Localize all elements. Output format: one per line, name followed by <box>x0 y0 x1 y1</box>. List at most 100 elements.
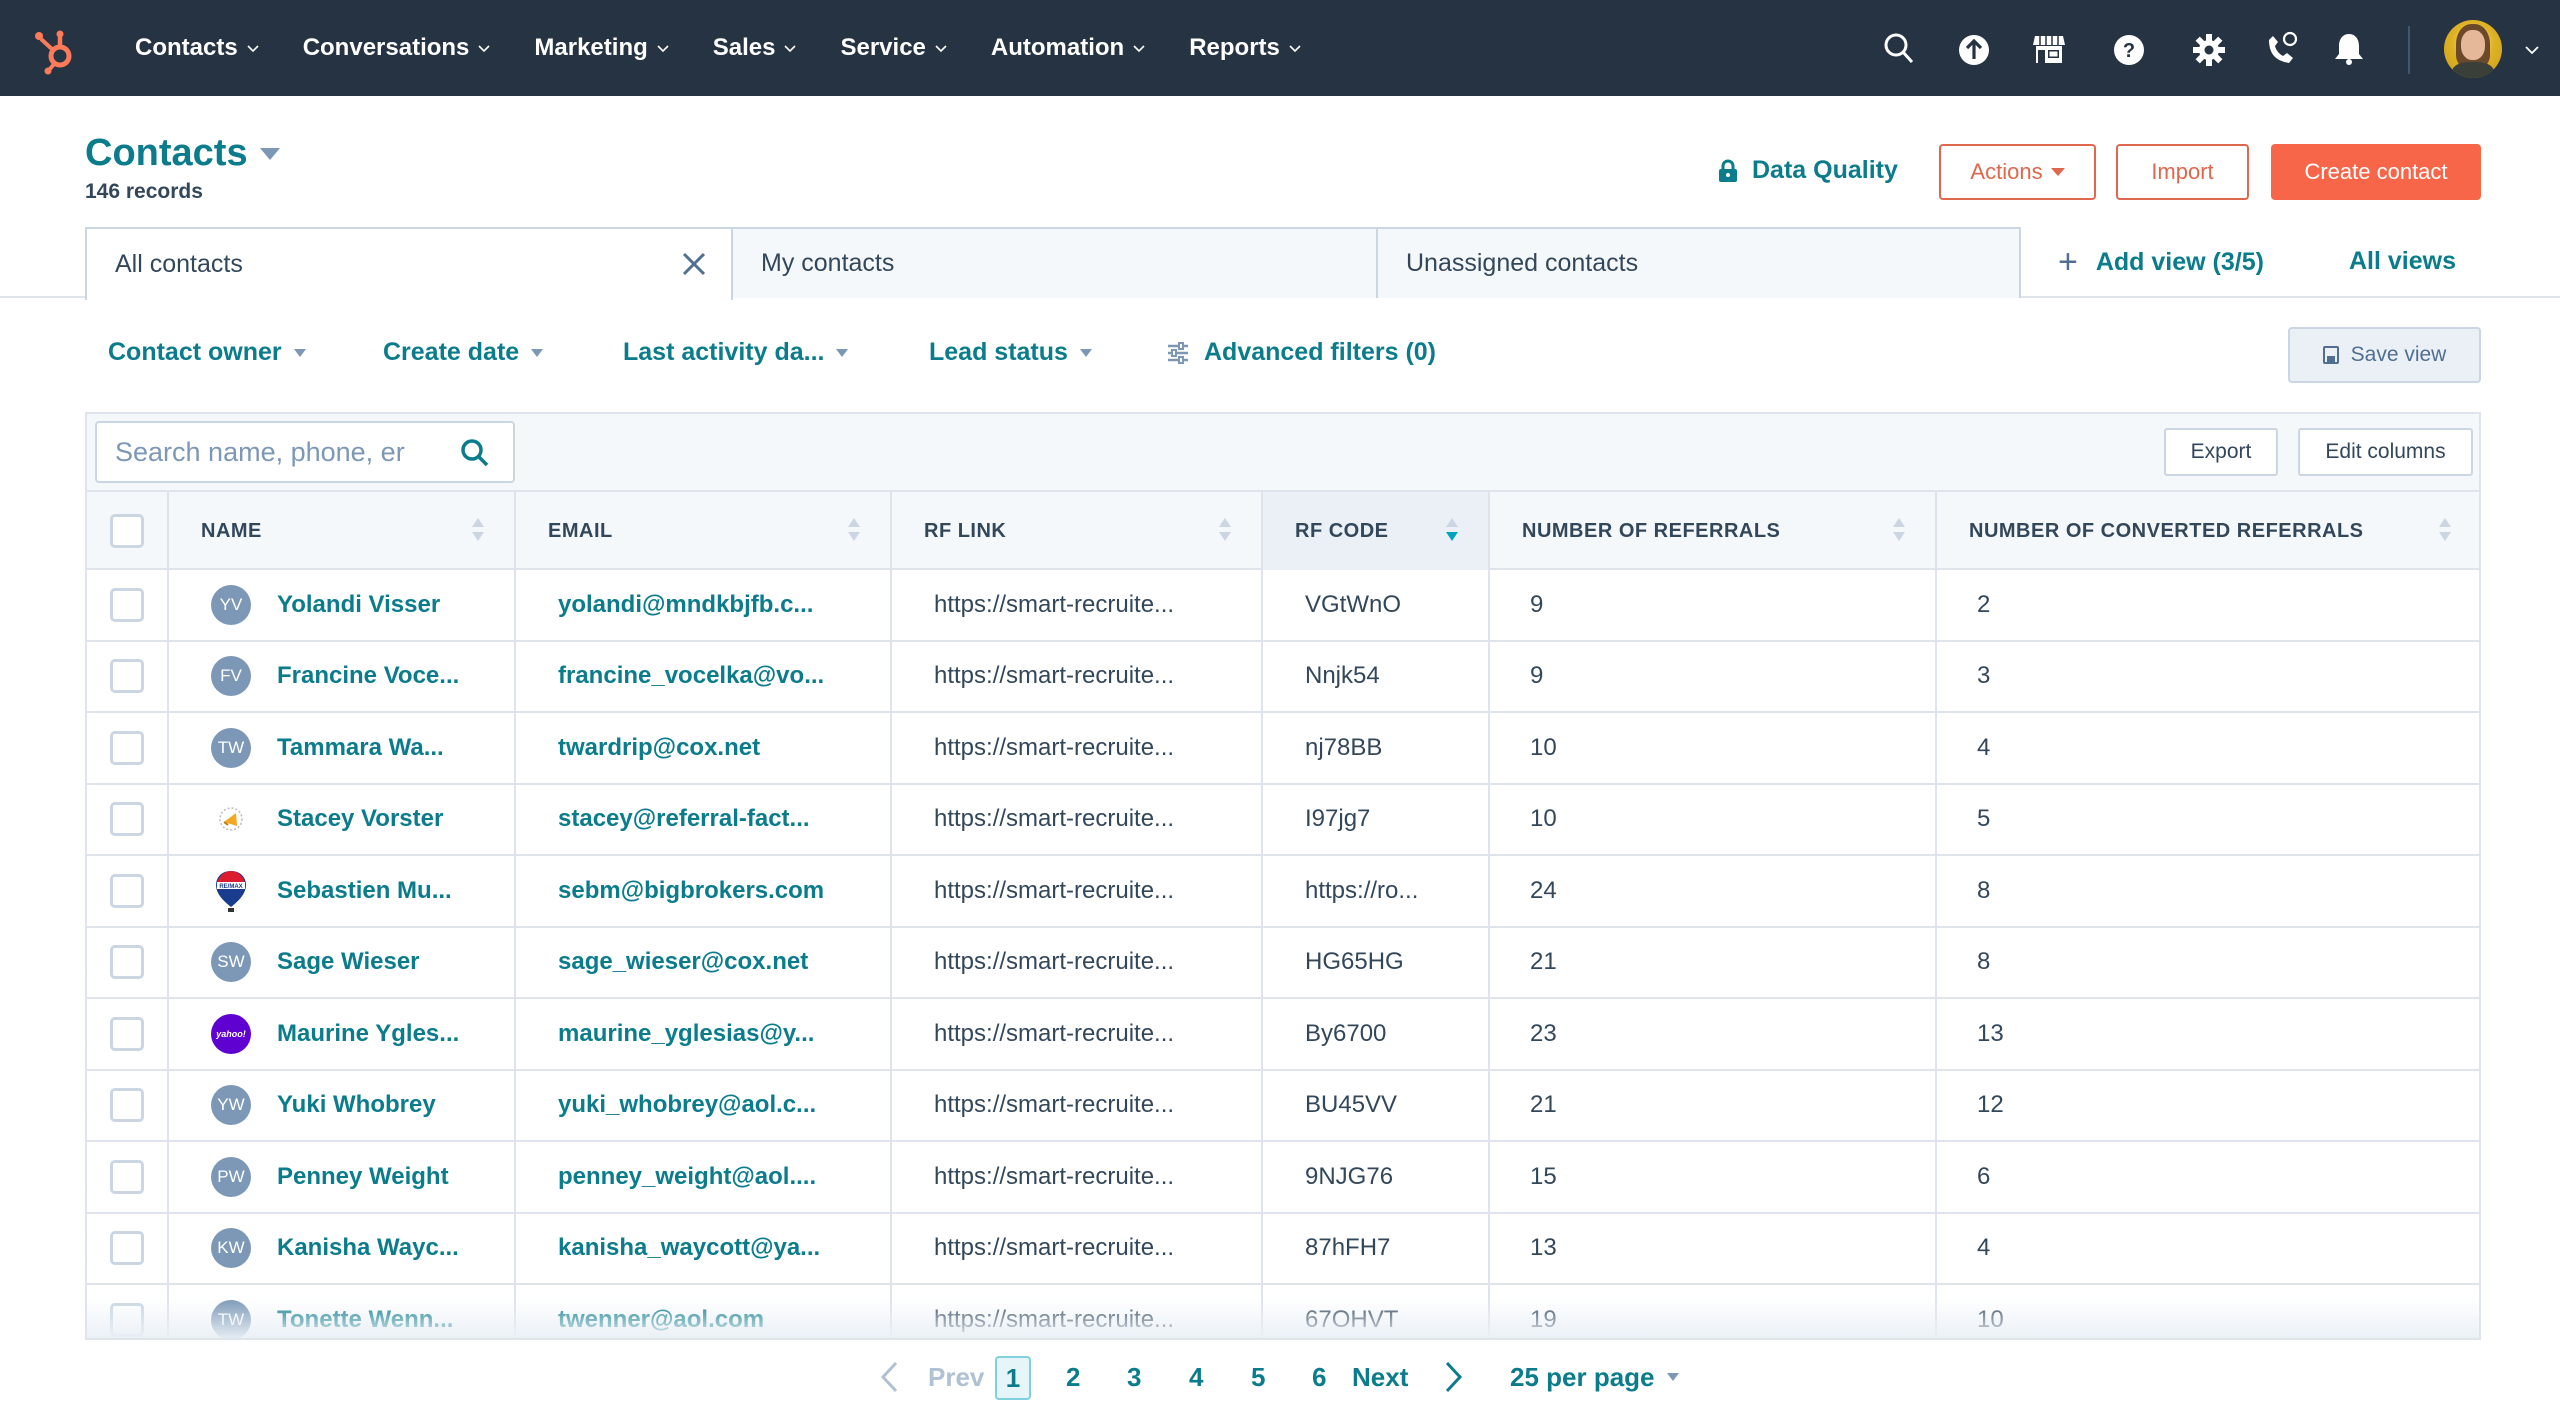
contact-name-link[interactable]: Sebastien Mu... <box>277 877 452 905</box>
table-row[interactable]: TW Tammara Wa... twardrip@cox.net https://s… <box>87 713 2479 785</box>
row-checkbox[interactable] <box>110 873 144 908</box>
contact-email-link[interactable]: yuki_whobrey@aol.c... <box>558 1091 816 1119</box>
search-input[interactable] <box>115 436 455 468</box>
next-page-button[interactable]: Next <box>1352 1352 1408 1402</box>
sort-icon[interactable] <box>2439 518 2451 544</box>
page-3-button[interactable]: 3 <box>1127 1352 1141 1402</box>
actions-button[interactable]: Actions <box>1939 144 2096 200</box>
row-checkbox[interactable] <box>110 659 144 694</box>
contact-name-link[interactable]: Francine Voce... <box>277 662 459 690</box>
contact-email-link[interactable]: stacey@referral-fact... <box>558 805 810 833</box>
contact-email-link[interactable]: francine_vocelka@vo... <box>558 662 824 690</box>
calling-icon[interactable] <box>2262 30 2300 68</box>
column-header-number-of-converted-referrals[interactable]: NUMBER OF CONVERTED REFERRALS <box>1937 492 2479 570</box>
column-header-rf-link[interactable]: RF LINK <box>892 492 1263 570</box>
filter-last-activity-date[interactable]: Last activity da... <box>623 338 849 367</box>
import-button[interactable]: Import <box>2116 144 2249 200</box>
nav-sales[interactable]: Sales <box>713 34 798 62</box>
nav-contacts[interactable]: Contacts <box>135 34 260 62</box>
row-checkbox[interactable] <box>110 1159 144 1194</box>
contact-email-link[interactable]: twardrip@cox.net <box>558 734 760 762</box>
tab-all-contacts[interactable]: All contacts <box>85 227 733 300</box>
sort-descending-icon[interactable] <box>1446 518 1458 544</box>
table-row[interactable]: TW Tonette Wenn... twenner@aol.com https://… <box>87 1285 2479 1338</box>
sort-icon[interactable] <box>1219 518 1231 544</box>
row-checkbox[interactable] <box>110 802 144 837</box>
column-header-number-of-referrals[interactable]: NUMBER OF REFERRALS <box>1490 492 1937 570</box>
table-row[interactable]: Stacey Vorster stacey@referral-fact... htt… <box>87 784 2479 856</box>
search-icon[interactable] <box>459 437 491 469</box>
nav-marketing[interactable]: Marketing <box>534 34 669 62</box>
help-icon[interactable]: ? <box>2110 30 2148 68</box>
edit-columns-button[interactable]: Edit columns <box>2298 428 2473 476</box>
select-all-checkbox[interactable] <box>110 514 144 548</box>
close-icon[interactable] <box>681 251 707 277</box>
row-checkbox[interactable] <box>110 1302 144 1337</box>
contact-email-link[interactable]: sage_wieser@cox.net <box>558 948 808 976</box>
export-button[interactable]: Export <box>2164 428 2278 476</box>
column-header-rf-code[interactable]: RF CODE <box>1263 492 1490 570</box>
column-header-email[interactable]: EMAIL <box>516 492 892 570</box>
contact-name-link[interactable]: Penney Weight <box>277 1163 449 1191</box>
all-views-link[interactable]: All views <box>2349 247 2456 276</box>
hubspot-logo-icon[interactable] <box>30 22 84 76</box>
sort-icon[interactable] <box>1893 518 1905 544</box>
tab-my-contacts[interactable]: My contacts <box>731 227 1378 298</box>
page-1-button[interactable]: 1 <box>995 1356 1031 1400</box>
table-row[interactable]: YV Yolandi Visser yolandi@mndkbjfb.c... htt… <box>87 570 2479 642</box>
per-page-select[interactable]: 25 per page <box>1510 1352 1679 1402</box>
contact-email-link[interactable]: maurine_yglesias@y... <box>558 1020 814 1048</box>
marketplace-icon[interactable] <box>2030 30 2068 68</box>
contact-name-link[interactable]: Sage Wieser <box>277 948 420 976</box>
search-box[interactable] <box>95 421 515 483</box>
nav-service[interactable]: Service <box>840 34 947 62</box>
table-row[interactable]: RE/MAX Sebastien Mu... sebm@bigbrokers.com… <box>87 856 2479 928</box>
row-checkbox[interactable] <box>110 1016 144 1051</box>
data-quality-link[interactable]: Data Quality <box>1718 156 1898 185</box>
contact-name-link[interactable]: Tonette Wenn... <box>277 1306 453 1334</box>
contact-name-link[interactable]: Kanisha Wayc... <box>277 1234 459 1262</box>
page-title[interactable]: Contacts <box>85 132 280 175</box>
page-2-button[interactable]: 2 <box>1066 1352 1080 1402</box>
row-checkbox[interactable] <box>110 587 144 622</box>
contact-email-link[interactable]: penney_weight@aol.... <box>558 1163 816 1191</box>
notifications-icon[interactable] <box>2330 30 2368 68</box>
chevron-right-icon[interactable] <box>1443 1360 1465 1394</box>
contact-name-link[interactable]: Maurine Ygles... <box>277 1020 459 1048</box>
table-row[interactable]: yahoo! Maurine Ygles... maurine_yglesias@y… <box>87 999 2479 1071</box>
create-contact-button[interactable]: Create contact <box>2271 144 2481 200</box>
contact-name-link[interactable]: Yuki Whobrey <box>277 1091 436 1119</box>
table-row[interactable]: PW Penney Weight penney_weight@aol.... http… <box>87 1142 2479 1214</box>
row-checkbox[interactable] <box>110 730 144 765</box>
contact-email-link[interactable]: kanisha_waycott@ya... <box>558 1234 820 1262</box>
account-chevron-down-icon[interactable] <box>2524 44 2540 56</box>
advanced-filters-button[interactable]: Advanced filters (0) <box>1166 338 1436 367</box>
row-checkbox[interactable] <box>110 1231 144 1266</box>
prev-page-button[interactable]: Prev <box>928 1352 984 1402</box>
page-5-button[interactable]: 5 <box>1251 1352 1265 1402</box>
sort-icon[interactable] <box>472 518 484 544</box>
table-row[interactable]: SW Sage Wieser sage_wieser@cox.net https://… <box>87 927 2479 999</box>
page-4-button[interactable]: 4 <box>1189 1352 1203 1402</box>
row-checkbox[interactable] <box>110 945 144 980</box>
table-row[interactable]: YW Yuki Whobrey yuki_whobrey@aol.c... https… <box>87 1070 2479 1142</box>
nav-conversations[interactable]: Conversations <box>303 34 492 62</box>
filter-lead-status[interactable]: Lead status <box>929 338 1092 367</box>
settings-icon[interactable] <box>2190 30 2228 68</box>
nav-reports[interactable]: Reports <box>1189 34 1302 62</box>
upgrade-icon[interactable] <box>1955 30 1993 68</box>
table-row[interactable]: FV Francine Voce... francine_vocelka@vo...… <box>87 641 2479 713</box>
filter-contact-owner[interactable]: Contact owner <box>108 338 306 367</box>
row-checkbox[interactable] <box>110 1088 144 1123</box>
search-icon[interactable] <box>1880 30 1918 68</box>
contact-email-link[interactable]: yolandi@mndkbjfb.c... <box>558 591 813 619</box>
contact-email-link[interactable]: twenner@aol.com <box>558 1306 764 1334</box>
contact-email-link[interactable]: sebm@bigbrokers.com <box>558 877 824 905</box>
contact-name-link[interactable]: Yolandi Visser <box>277 591 440 619</box>
nav-automation[interactable]: Automation <box>991 34 1146 62</box>
page-6-button[interactable]: 6 <box>1312 1352 1326 1402</box>
user-avatar[interactable] <box>2444 20 2502 78</box>
contact-name-link[interactable]: Stacey Vorster <box>277 805 443 833</box>
column-header-name[interactable]: NAME <box>169 492 516 570</box>
tab-unassigned-contacts[interactable]: Unassigned contacts <box>1376 227 2021 298</box>
